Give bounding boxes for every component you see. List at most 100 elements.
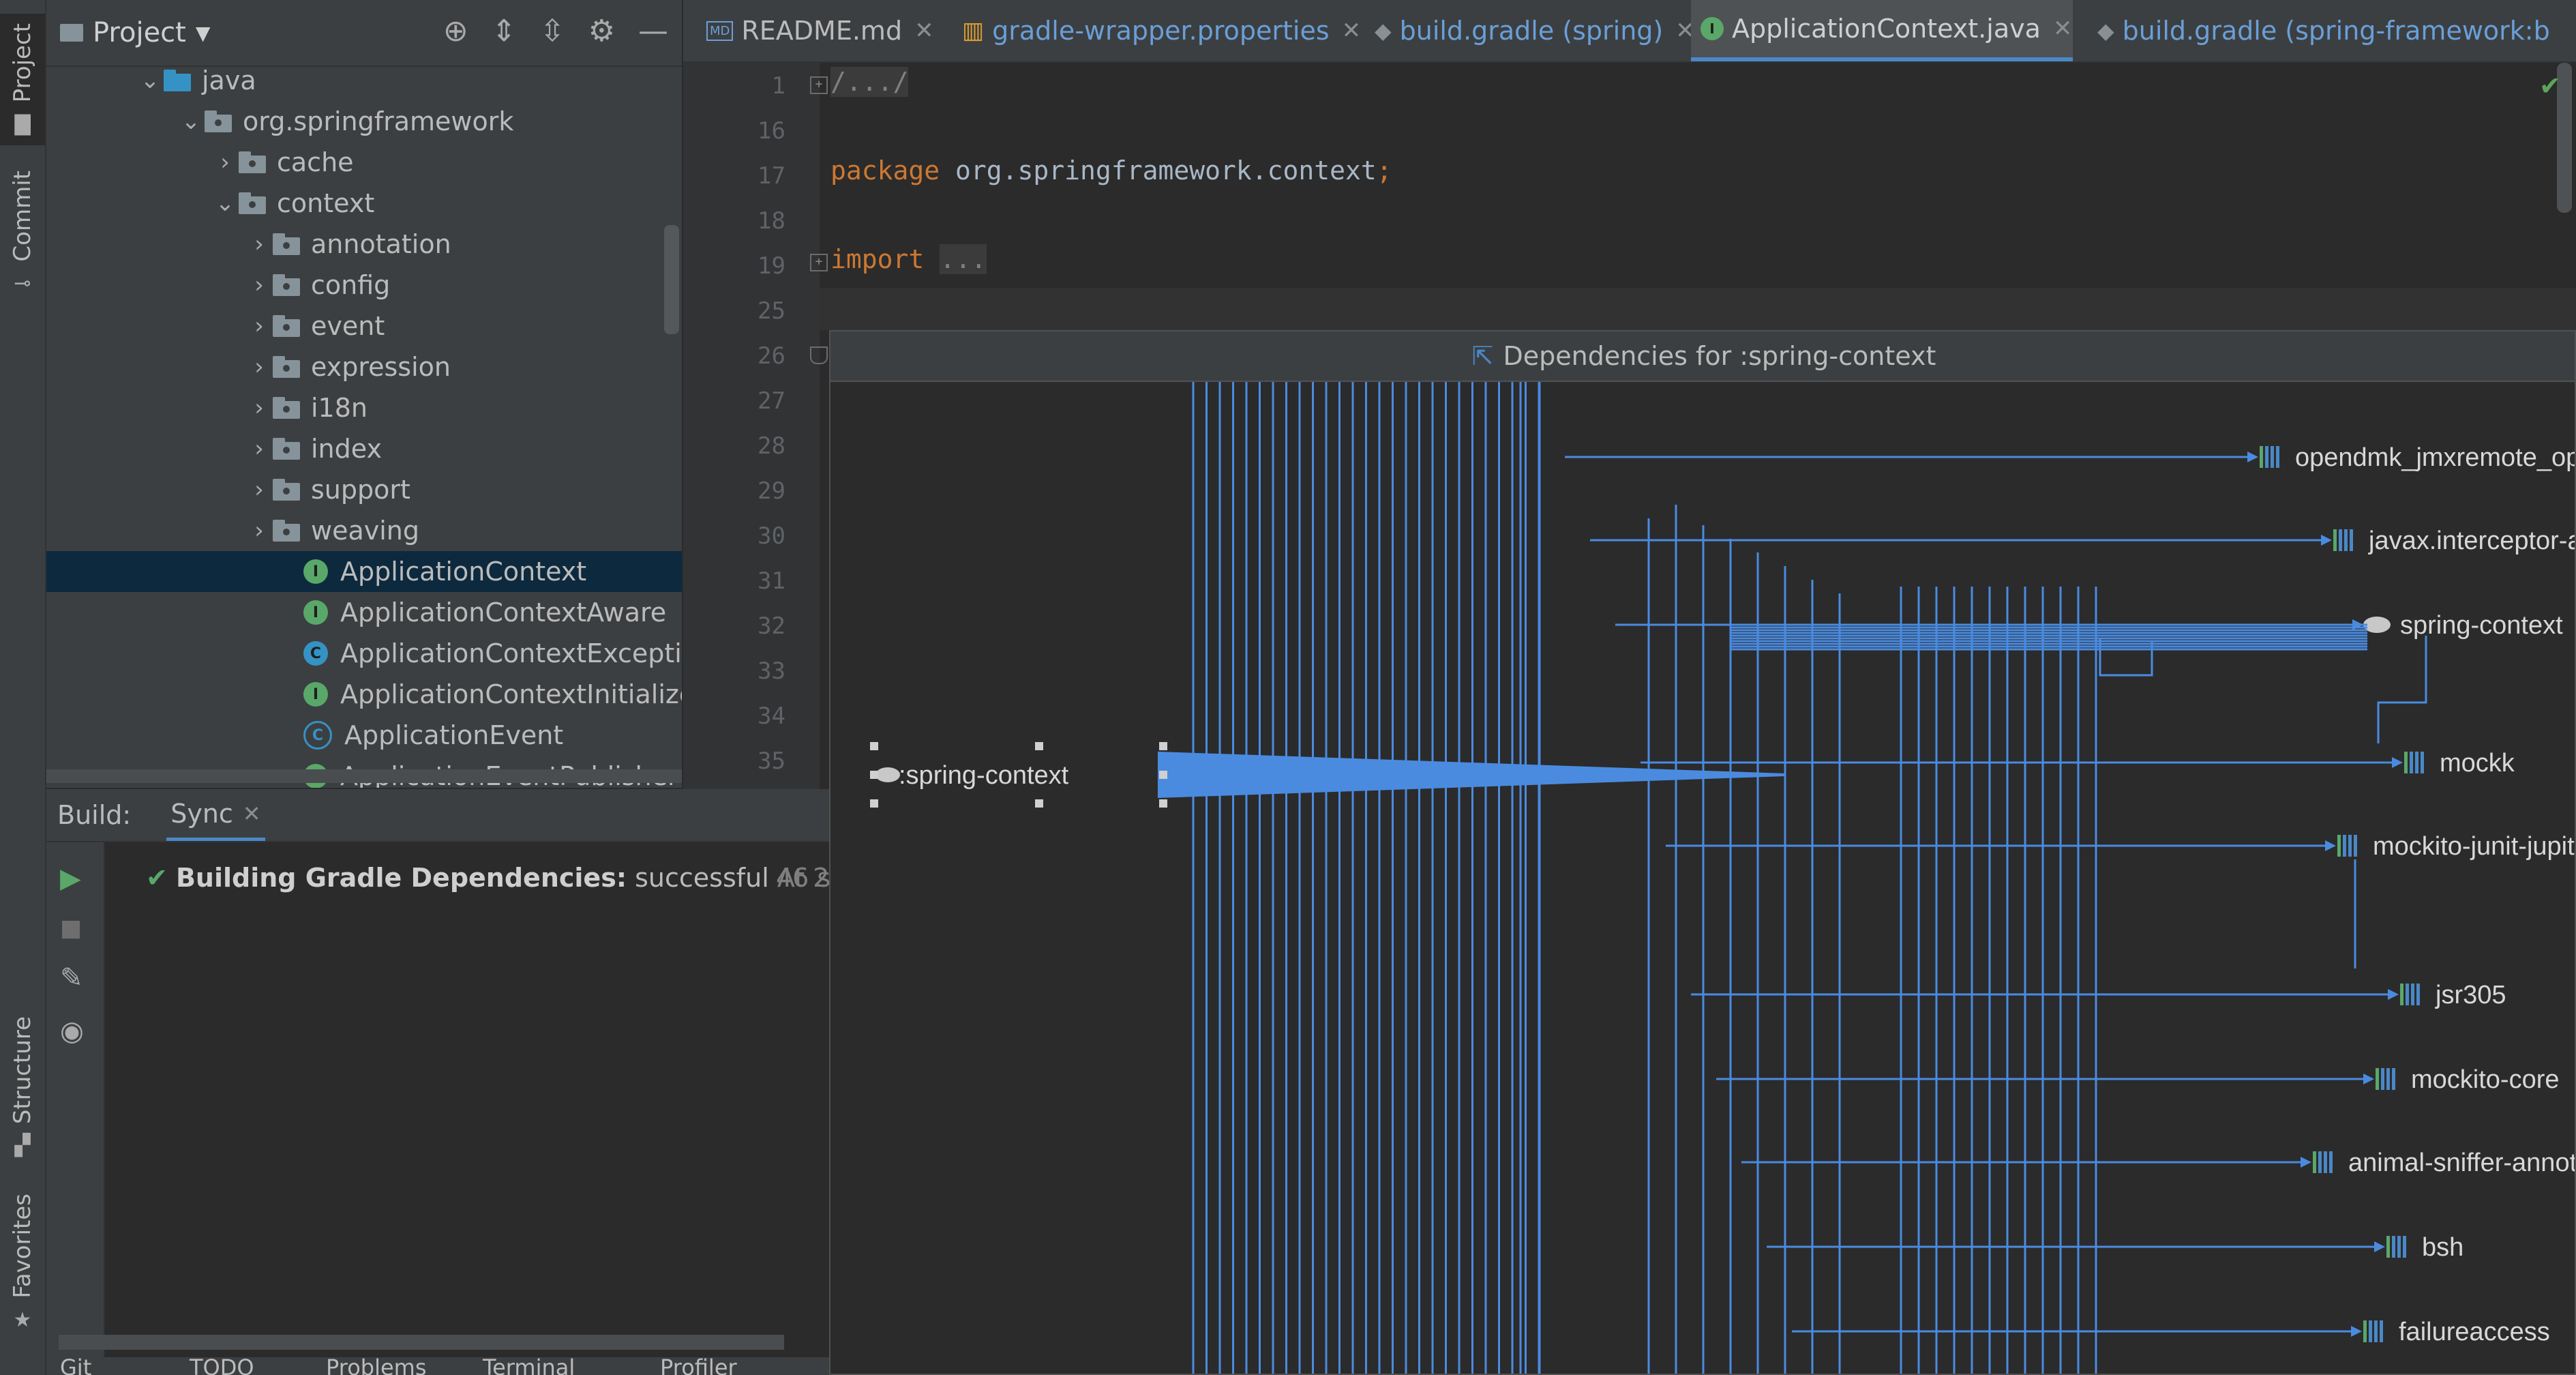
selection-handle[interactable] — [1159, 771, 1167, 779]
code-line-package[interactable]: package org.springframework.context; — [830, 156, 1392, 186]
chevron-right-icon[interactable]: › — [245, 312, 273, 340]
tree-item[interactable]: I ApplicationContextAware — [276, 592, 666, 633]
tree-item[interactable]: › support — [245, 469, 410, 510]
package-icon — [239, 151, 269, 173]
tree-item-label: context — [277, 188, 375, 218]
tree-item[interactable]: › config — [245, 265, 390, 306]
chevron-down-icon[interactable]: ⌄ — [136, 67, 164, 94]
chevron-right-icon[interactable]: › — [245, 517, 273, 544]
build-result-row[interactable]: ✔ Building Gradle Dependencies: successf… — [146, 863, 829, 893]
chevron-right-icon[interactable]: › — [245, 231, 273, 258]
dependencies-popup-titlebar[interactable]: ⇱ Dependencies for :spring-context — [830, 331, 2575, 382]
build-horizontal-scrollbar[interactable] — [59, 1335, 784, 1350]
bottom-tool-tab[interactable]: Git — [60, 1357, 91, 1375]
editor-tab[interactable]: MD README.md ✕ — [697, 0, 935, 61]
dependency-node-label[interactable]: jsr305 — [2435, 981, 2506, 1009]
stop-icon[interactable]: ■ — [60, 915, 82, 942]
editor-tab[interactable]: I ApplicationContext.java ✕ — [1691, 0, 2073, 61]
tree-item[interactable]: I ApplicationContext — [276, 551, 586, 592]
build-panel-header: Build: Sync ✕ — [46, 789, 830, 842]
tree-item[interactable]: › weaving — [245, 510, 419, 551]
tool-window-tab-favorites[interactable]: Favorites ★ — [0, 1194, 45, 1332]
library-icon — [2380, 1320, 2383, 1342]
chevron-down-icon[interactable]: ⌄ — [211, 190, 239, 217]
tree-item[interactable]: › annotation — [245, 224, 451, 265]
eye-icon[interactable]: ◉ — [60, 1016, 84, 1047]
bottom-tool-tab[interactable]: Problems — [326, 1357, 427, 1375]
pin-icon[interactable]: ✎ — [60, 962, 83, 994]
selection-handle[interactable] — [1159, 799, 1167, 808]
tree-item[interactable]: › i18n — [245, 387, 368, 428]
close-icon[interactable]: ✕ — [243, 801, 261, 827]
chevron-right-icon[interactable]: › — [245, 394, 273, 422]
locate-icon[interactable]: ⊕ — [443, 14, 468, 48]
root-node-label[interactable]: :spring-context — [899, 761, 1069, 790]
tree-item[interactable]: › cache — [211, 142, 353, 183]
code-line-import[interactable]: import ... — [830, 244, 987, 274]
selection-handle[interactable] — [1035, 742, 1043, 750]
project-vertical-scrollbar[interactable] — [664, 225, 679, 334]
expand-all-icon[interactable]: ⇕ — [492, 14, 517, 48]
editor-tab[interactable]: ◆ build.gradle (spring-framework:b — [2088, 0, 2576, 61]
chevron-right-icon[interactable]: › — [245, 271, 273, 299]
code-line-1[interactable]: /.../ — [830, 67, 909, 97]
check-icon[interactable]: ✔ — [2539, 71, 2561, 101]
dependency-node-label[interactable]: bsh — [2422, 1233, 2463, 1262]
editor-tab[interactable]: ▥ gradle-wrapper.properties ✕ — [953, 0, 1361, 61]
close-icon[interactable]: ✕ — [1342, 17, 1362, 44]
dependency-graph[interactable]: commons-poolopendmk_jmxremote_optional_j… — [830, 382, 2576, 1375]
tree-item[interactable]: › expression — [245, 346, 451, 387]
collapse-all-icon[interactable]: ⇳ — [540, 14, 565, 48]
dependency-node-label[interactable]: animal-sniffer-annotations — [2348, 1149, 2576, 1177]
tree-item[interactable]: ⌄ org.springframework — [177, 101, 514, 142]
chevron-right-icon[interactable]: › — [211, 149, 239, 176]
dependency-node-label[interactable]: mockk — [2440, 749, 2515, 778]
bottom-tool-tab[interactable]: Terminal — [483, 1357, 575, 1375]
tool-window-tab-structure[interactable]: Structure ▞ — [0, 1016, 45, 1157]
project-view-selector[interactable]: Project ▼ — [60, 17, 210, 48]
chevron-right-icon[interactable]: › — [245, 353, 273, 381]
dependency-node-label[interactable]: javax.interceptor-api — [2368, 527, 2576, 555]
fold-toggle-icon[interactable]: + — [810, 254, 828, 271]
folded-comment[interactable]: /.../ — [830, 67, 909, 97]
minimize-icon[interactable]: — — [638, 14, 668, 48]
close-icon[interactable]: ✕ — [2053, 15, 2073, 42]
fold-end-icon[interactable] — [810, 346, 828, 364]
tree-item[interactable]: › index — [245, 428, 382, 469]
tool-window-tab-project[interactable]: Project ▇ — [0, 14, 45, 146]
dependency-node-label[interactable]: spring-context — [2400, 611, 2563, 640]
selection-handle[interactable] — [870, 742, 878, 750]
dependency-node-label[interactable]: opendmk_jmxremote_optional_jar — [2295, 443, 2576, 472]
tree-item[interactable]: C ApplicationEvent — [276, 715, 563, 756]
tree-item[interactable]: I ApplicationContextInitializer — [276, 674, 682, 715]
line-number: 1 — [771, 72, 785, 100]
selection-handle[interactable] — [870, 771, 878, 779]
tree-item[interactable]: ⌄ context — [211, 183, 374, 224]
selection-handle[interactable] — [870, 799, 878, 808]
selection-handle[interactable] — [1035, 799, 1043, 808]
tool-window-tab-label: Commit — [9, 171, 36, 262]
dependency-node-label[interactable]: mockito-core — [2411, 1065, 2560, 1094]
folded-imports[interactable]: ... — [940, 244, 987, 274]
bottom-tool-tab[interactable]: Profiler — [660, 1357, 737, 1375]
tree-item[interactable]: › event — [245, 306, 385, 346]
gradle-icon — [875, 767, 900, 782]
dependency-node-label[interactable]: failureaccess — [2399, 1318, 2550, 1346]
chevron-right-icon[interactable]: › — [245, 435, 273, 462]
tree-item[interactable]: ⌄ java — [136, 60, 256, 101]
close-icon[interactable]: ✕ — [914, 17, 934, 44]
tab-sync[interactable]: Sync ✕ — [166, 789, 265, 841]
bottom-tool-tab[interactable]: TODO — [190, 1357, 254, 1375]
project-horizontal-scrollbar[interactable] — [46, 769, 682, 783]
library-icon — [2410, 752, 2413, 773]
selection-handle[interactable] — [1159, 742, 1167, 750]
tool-window-tab-commit[interactable]: Commit ⊸ — [0, 171, 45, 295]
dependency-node-label[interactable]: mockito-junit-jupiter — [2373, 832, 2576, 861]
editor-tab[interactable]: ◆ build.gradle (spring) ✕ — [1365, 0, 1695, 61]
fold-toggle-icon[interactable]: + — [810, 76, 828, 94]
gear-icon[interactable]: ⚙ — [588, 14, 615, 48]
chevron-down-icon[interactable]: ⌄ — [177, 108, 205, 135]
rerun-icon[interactable]: ▶ — [60, 863, 81, 894]
chevron-right-icon[interactable]: › — [245, 476, 273, 503]
tree-item[interactable]: C ApplicationContextException — [276, 633, 682, 674]
